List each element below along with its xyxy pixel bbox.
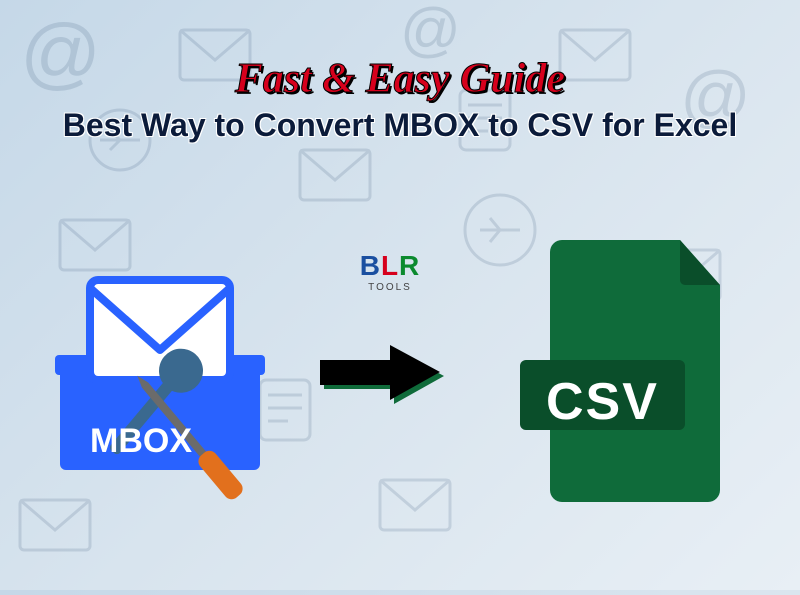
arrow-icon (320, 340, 450, 410)
logo-letters: BLR (350, 250, 430, 282)
mbox-icon: MBOX (40, 240, 300, 500)
csv-label: CSV (546, 372, 659, 432)
logo-subtext: TOOLS (350, 282, 430, 293)
title-line1: Fast & Easy Guide (0, 55, 800, 103)
mbox-label: MBOX (90, 422, 192, 461)
blr-tools-logo: BLR TOOLS (350, 250, 430, 293)
csv-icon: CSV (520, 230, 740, 510)
title-block: Fast & Easy Guide Best Way to Convert MB… (0, 0, 800, 144)
title-line2: Best Way to Convert MBOX to CSV for Exce… (0, 107, 800, 144)
